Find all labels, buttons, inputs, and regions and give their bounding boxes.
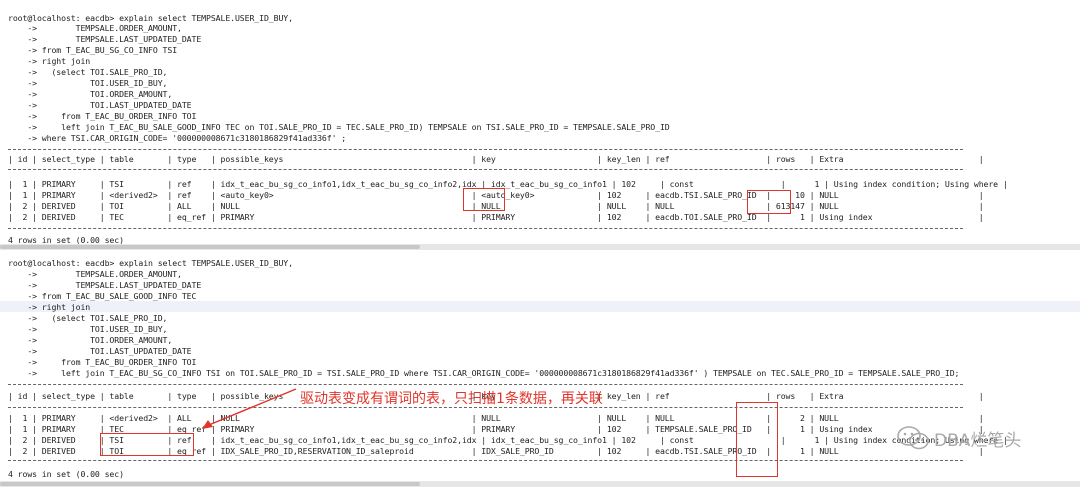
sql-line: -> TOI.ORDER_AMOUNT, — [8, 89, 173, 99]
sql-line: -> TOI.LAST_UPDATED_DATE — [8, 100, 192, 110]
watermark: DBA烂笔头 — [896, 425, 1021, 451]
sql-line: -> where TSI.CAR_ORIGIN_CODE= '000000008… — [8, 133, 347, 143]
sql-line: -> TEMPSALE.ORDER_AMOUNT, — [8, 23, 182, 33]
sql-line: -> from T_EAC_BU_SALE_GOOD_INFO TEC — [8, 291, 197, 301]
sql-line: -> TOI.USER_ID_BUY, — [8, 78, 168, 88]
sql-line: -> TOI.USER_ID_BUY, — [8, 324, 168, 334]
sql-line: -> right join — [8, 302, 91, 312]
highlight-box — [463, 188, 505, 211]
current-line-highlight — [0, 301, 1080, 312]
sql-line: -> left join T_EAC_BU_SALE_GOOD_INFO TEC… — [8, 122, 670, 132]
annotation-text: 驱动表变成有谓词的表，只扫描1条数据，再关联 — [300, 391, 603, 407]
table-row: | 1 | PRIMARY | <derived2> | ALL | NULL … — [8, 413, 984, 423]
result-footer: 4 rows in set (0.00 sec) — [8, 469, 124, 479]
highlight-box — [747, 190, 791, 214]
sql-line: -> TOI.ORDER_AMOUNT, — [8, 335, 173, 345]
sql-line: -> TEMPSALE.LAST_UPDATED_DATE — [8, 34, 202, 44]
highlight-box — [100, 433, 194, 456]
horizontal-scrollbar[interactable] — [0, 244, 1080, 250]
sql-line: -> from T_EAC_BU_ORDER_INFO TOI — [8, 357, 197, 367]
sql-line: -> from T_EAC_BU_SG_CO_INFO TSI — [8, 45, 178, 55]
table-border — [8, 384, 963, 385]
table-border — [8, 169, 963, 170]
scrollbar-thumb[interactable] — [0, 482, 420, 486]
table-row: | 2 | DERIVED | TEC | eq_ref | PRIMARY |… — [8, 212, 984, 222]
sql-line: root@localhost: eacdb> explain select TE… — [8, 13, 293, 23]
sql-line: -> right join — [8, 56, 91, 66]
table-border — [8, 228, 963, 229]
sql-line: -> TEMPSALE.LAST_UPDATED_DATE — [8, 280, 202, 290]
horizontal-scrollbar[interactable] — [0, 481, 1080, 487]
table-border — [8, 460, 963, 461]
sql-line: -> (select TOI.SALE_PRO_ID, — [8, 67, 168, 77]
sql-line: -> TEMPSALE.ORDER_AMOUNT, — [8, 269, 182, 279]
terminal-output: root@localhost: eacdb> explain select TE… — [0, 0, 1080, 487]
table-border — [8, 149, 963, 150]
sql-line: -> (select TOI.SALE_PRO_ID, — [8, 313, 168, 323]
annotation-arrow — [202, 388, 297, 429]
scrollbar-thumb[interactable] — [0, 245, 420, 249]
sql-line: -> left join T_EAC_BU_SG_CO_INFO TSI on … — [8, 368, 960, 378]
sql-line: root@localhost: eacdb> explain select TE… — [8, 258, 293, 268]
table-header: | id | select_type | table | type | poss… — [8, 154, 984, 164]
sql-line: -> TOI.LAST_UPDATED_DATE — [8, 346, 192, 356]
wechat-icon — [897, 426, 929, 450]
table-row: | 1 | PRIMARY | TSI | ref | idx_t_eac_bu… — [8, 179, 1008, 189]
sql-line: -> from T_EAC_BU_ORDER_INFO TOI — [8, 111, 197, 121]
watermark-text: DBA烂笔头 — [934, 430, 1022, 451]
highlight-box — [736, 402, 778, 477]
